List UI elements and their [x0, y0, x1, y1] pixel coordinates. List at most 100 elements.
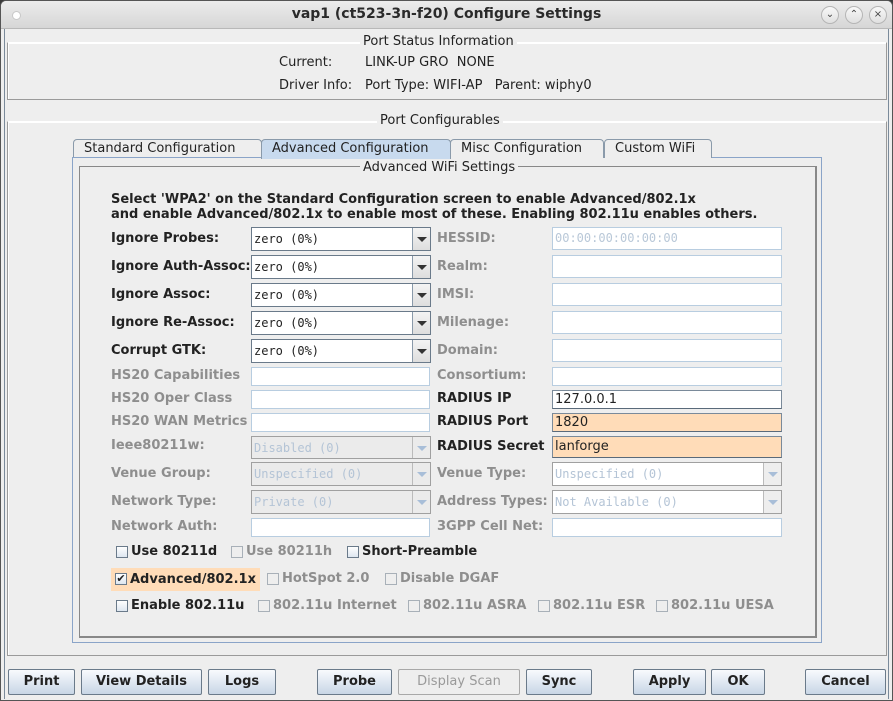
logs-button[interactable]: Logs [208, 669, 276, 695]
radius-secret-label: RADIUS Secret [437, 439, 545, 454]
hs20-oper-class-label: HS20 Oper Class [111, 391, 233, 406]
tab-misc-configuration[interactable]: Misc Configuration [450, 139, 604, 158]
radius-secret-field[interactable]: lanforge [552, 436, 782, 458]
imsi-label: IMSI: [437, 287, 475, 302]
802-11u-esr-checkbox[interactable]: 802.11u ESR [534, 596, 645, 616]
minimize-button[interactable]: ⌄ [821, 6, 839, 24]
milenage-label: Milenage: [437, 315, 510, 330]
tab-standard-configuration[interactable]: Standard Configuration [73, 139, 262, 158]
driver-info-label: Driver Info: [279, 78, 353, 93]
display-scan-button[interactable]: Display Scan [398, 669, 520, 695]
hs20-wan-metrics-label: HS20 WAN Metrics [111, 414, 248, 429]
ignore-re-assoc-select[interactable]: zero (0%) [251, 311, 431, 335]
maximize-button[interactable]: ⌃ [845, 6, 863, 24]
tab-custom-wifi[interactable]: Custom WiFi [604, 139, 712, 158]
ignore-assoc-label: Ignore Assoc: [111, 287, 211, 302]
chevron-up-icon: ⌃ [849, 9, 859, 20]
ieee80211w-label: Ieee80211w: [111, 438, 205, 453]
corrupt-gtk-select[interactable]: zero (0%) [251, 339, 431, 363]
port-configurables-title: Port Configurables [377, 113, 503, 128]
network-auth-field[interactable] [251, 518, 430, 537]
dropdown-arrow-icon[interactable] [412, 437, 430, 458]
ok-button[interactable]: OK [711, 669, 765, 695]
ignore-auth-assoc-select[interactable]: zero (0%) [251, 255, 431, 279]
probe-button[interactable]: Probe [317, 669, 392, 695]
disable-dgaf-checkbox[interactable]: Disable DGAF [381, 569, 499, 589]
close-button[interactable]: × [869, 6, 887, 24]
dropdown-arrow-icon[interactable] [412, 256, 430, 278]
ignore-auth-assoc-label: Ignore Auth-Assoc: [111, 259, 251, 274]
radius-ip-label: RADIUS IP [437, 391, 512, 406]
ieee80211w-select[interactable]: Disabled (0) [251, 436, 431, 459]
hs20-oper-class-field[interactable] [251, 390, 430, 409]
radius-port-field[interactable]: 1820 [552, 413, 782, 432]
network-type-select[interactable]: Private (0) [251, 490, 431, 514]
radius-port-label: RADIUS Port [437, 414, 529, 429]
use-80211d-checkbox[interactable]: Use 80211d [112, 542, 217, 562]
domain-field[interactable] [552, 339, 782, 362]
dropdown-arrow-icon[interactable] [412, 284, 430, 306]
venue-type-select[interactable]: Unspecified (0) [552, 462, 782, 486]
dropdown-arrow-icon[interactable] [412, 491, 430, 513]
window-title: vap1 (ct523-3n-f20) Configure Settings [291, 6, 602, 22]
consortium-label: Consortium: [437, 368, 527, 383]
3gpp-cell-net-field[interactable] [552, 518, 782, 537]
3gpp-cell-net-label: 3GPP Cell Net: [437, 519, 544, 534]
view-details-button[interactable]: View Details [81, 669, 202, 695]
milenage-field[interactable] [552, 311, 782, 334]
dropdown-arrow-icon[interactable] [412, 228, 430, 250]
driver-info-value: Port Type: WIFI-AP Parent: wiphy0 [365, 78, 592, 93]
address-types-label: Address Types: [437, 494, 548, 509]
checkbox-icon [116, 600, 128, 612]
ignore-assoc-select[interactable]: zero (0%) [251, 283, 431, 307]
ignore-probes-select[interactable]: zero (0%) [251, 227, 431, 251]
tab-advanced-configuration[interactable]: Advanced Configuration [261, 139, 451, 159]
close-icon: × [873, 9, 883, 20]
hotspot-2-0-checkbox[interactable]: HotSpot 2.0 [263, 569, 369, 589]
sync-button[interactable]: Sync [526, 669, 592, 695]
checkbox-icon [656, 600, 668, 612]
hs20-capabilities-field[interactable] [251, 367, 430, 386]
chevron-down-icon: ⌄ [825, 9, 835, 20]
current-label: Current: [279, 55, 333, 70]
hessid-field[interactable]: 00:00:00:00:00:00 [552, 227, 782, 250]
venue-group-select[interactable]: Unspecified (0) [251, 462, 431, 486]
venue-group-label: Venue Group: [111, 466, 211, 481]
apply-button[interactable]: Apply [633, 669, 706, 695]
hs20-wan-metrics-field[interactable] [251, 413, 430, 432]
dropdown-arrow-icon[interactable] [763, 463, 781, 485]
checkbox-icon [538, 600, 550, 612]
ignore-probes-label: Ignore Probes: [111, 231, 220, 246]
enable-802-11u-checkbox[interactable]: Enable 802.11u [112, 596, 244, 616]
corrupt-gtk-label: Corrupt GTK: [111, 343, 207, 358]
use-80211h-checkbox[interactable]: Use 80211h [227, 542, 332, 562]
print-button[interactable]: Print [8, 669, 75, 695]
realm-field[interactable] [552, 255, 782, 278]
note-line-1: Select 'WPA2' on the Standard Configurat… [111, 192, 696, 207]
dropdown-arrow-icon[interactable] [412, 340, 430, 362]
imsi-field[interactable] [552, 283, 782, 306]
consortium-field[interactable] [552, 367, 782, 386]
dropdown-arrow-icon[interactable] [412, 312, 430, 334]
checkbox-icon [408, 600, 420, 612]
checkbox-icon [267, 573, 279, 585]
802-11u-asra-checkbox[interactable]: 802.11u ASRA [404, 596, 526, 616]
configure-settings-window: vap1 (ct523-3n-f20) Configure Settings ⌄… [0, 0, 893, 701]
cancel-button[interactable]: Cancel [805, 669, 886, 695]
title-bar[interactable]: vap1 (ct523-3n-f20) Configure Settings ⌄… [1, 1, 892, 29]
radius-ip-field[interactable]: 127.0.0.1 [552, 390, 782, 409]
checkbox-icon [231, 546, 243, 558]
advanced-802-1x-checkbox[interactable]: ✔ Advanced/802.1x [111, 568, 260, 591]
ignore-re-assoc-label: Ignore Re-Assoc: [111, 315, 235, 330]
checkbox-icon [385, 573, 397, 585]
domain-label: Domain: [437, 343, 498, 358]
address-types-select[interactable]: Not Available (0) [552, 490, 782, 514]
hessid-label: HESSID: [437, 231, 496, 246]
dropdown-arrow-icon[interactable] [763, 491, 781, 513]
802-11u-uesa-checkbox[interactable]: 802.11u UESA [652, 596, 774, 616]
checkmark-icon: ✔ [115, 572, 127, 585]
hs20-capabilities-label: HS20 Capabilities [111, 368, 241, 383]
802-11u-internet-checkbox[interactable]: 802.11u Internet [254, 596, 397, 616]
dropdown-arrow-icon[interactable] [412, 463, 430, 485]
short-preamble-checkbox[interactable]: Short-Preamble [343, 542, 477, 562]
